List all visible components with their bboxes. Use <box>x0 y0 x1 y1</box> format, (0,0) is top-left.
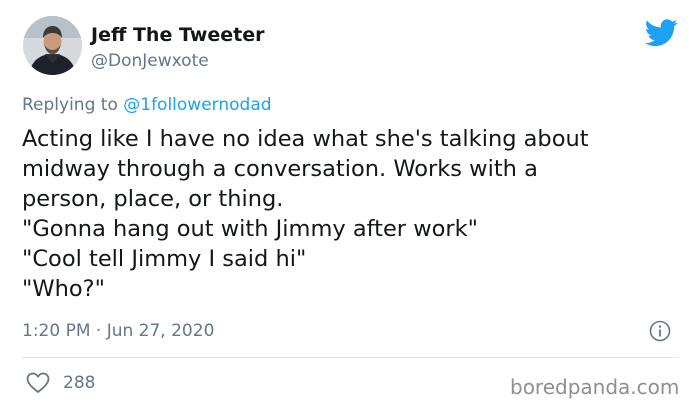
tweet-card: Jeff The Tweeter @DonJewxote Replying to… <box>0 0 700 411</box>
tweet-text: Acting like I have no idea what she's ta… <box>22 124 682 304</box>
twitter-bird-icon[interactable] <box>645 19 678 47</box>
tweet-text-line: "Who?" <box>22 276 105 302</box>
like-count[interactable]: 288 <box>63 372 95 394</box>
avatar[interactable] <box>23 16 82 75</box>
tweet-text-line: person, place, or thing. <box>22 186 284 212</box>
tweet-text-line: "Gonna hang out with Jimmy after work" <box>22 216 479 242</box>
tweet-timestamp[interactable]: 1:20 PM · Jun 27, 2020 <box>22 320 214 342</box>
tweet-text-line: midway through a conversation. Works wit… <box>22 156 538 182</box>
watermark: boredpanda.com <box>510 375 680 399</box>
tweet-text-line: "Cool tell Jimmy I said hi" <box>22 246 307 272</box>
author-display-name[interactable]: Jeff The Tweeter <box>91 23 265 47</box>
tweet-text-line: Acting like I have no idea what she's ta… <box>22 126 589 152</box>
heart-icon[interactable] <box>26 372 50 394</box>
divider <box>22 357 678 358</box>
info-icon[interactable] <box>649 320 671 342</box>
replying-to: Replying to @1followernodad <box>22 94 272 116</box>
author-handle[interactable]: @DonJewxote <box>91 50 209 72</box>
replying-to-prefix: Replying to <box>22 95 124 115</box>
reply-mention-link[interactable]: @1followernodad <box>123 95 271 115</box>
user-photo-avatar-icon <box>23 16 82 75</box>
